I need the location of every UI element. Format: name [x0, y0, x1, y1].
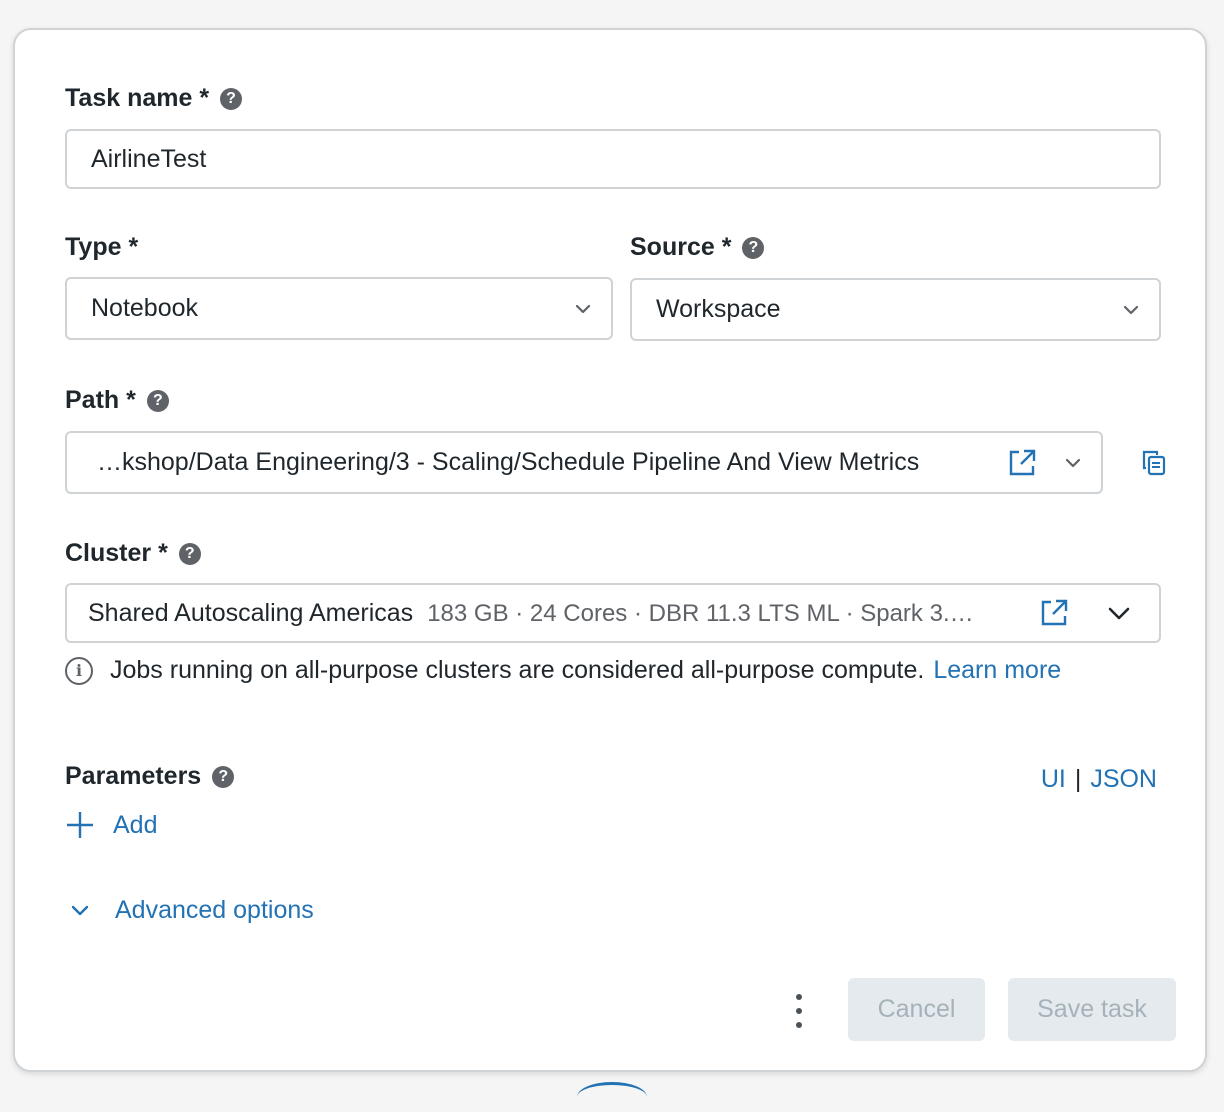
path-label-text: Path *: [65, 386, 136, 414]
chevron-down-icon: [1107, 603, 1131, 623]
cluster-info-message: i Jobs running on all-purpose clusters a…: [65, 656, 1061, 685]
learn-more-link[interactable]: Learn more: [933, 656, 1061, 685]
path-select-value: …kshop/Data Engineering/3 - Scaling/Sche…: [97, 448, 920, 476]
parameters-mode-ui[interactable]: UI: [1041, 765, 1066, 794]
cluster-info-text: Jobs running on all-purpose clusters are…: [110, 656, 925, 684]
type-label: Type *: [65, 233, 138, 262]
external-link-icon[interactable]: [1007, 448, 1037, 478]
chevron-down-icon: [1063, 453, 1083, 473]
source-select[interactable]: Workspace: [630, 278, 1161, 341]
type-select[interactable]: Notebook: [65, 277, 613, 340]
kebab-menu-icon[interactable]: [792, 994, 806, 1028]
type-label-text: Type *: [65, 233, 139, 261]
path-label: Path * ?: [65, 386, 169, 415]
parameters-mode-separator: |: [1074, 765, 1082, 793]
type-select-value: Notebook: [91, 294, 199, 322]
task-name-label-text: Task name *: [65, 84, 210, 112]
parameters-label-text: Parameters: [65, 762, 202, 790]
cluster-label: Cluster * ?: [65, 539, 201, 568]
chevron-down-icon: [70, 901, 90, 921]
source-select-value: Workspace: [656, 295, 781, 323]
advanced-options-toggle[interactable]: Advanced options: [70, 896, 314, 925]
copy-icon[interactable]: [1139, 448, 1169, 478]
advanced-options-label: Advanced options: [115, 896, 314, 924]
parameters-label: Parameters ?: [65, 762, 235, 791]
save-task-button[interactable]: Save task: [1008, 978, 1176, 1041]
cluster-label-text: Cluster *: [65, 539, 168, 567]
cluster-details: 183 GB · 24 Cores · DBR 11.3 LTS ML · Sp…: [427, 599, 974, 627]
question-circle-icon[interactable]: ?: [220, 87, 243, 110]
source-label: Source * ?: [630, 233, 765, 262]
chevron-down-icon: [1121, 300, 1141, 320]
canvas-node-edge: [577, 1082, 647, 1112]
external-link-icon[interactable]: [1039, 598, 1069, 628]
question-circle-icon[interactable]: ?: [742, 236, 765, 259]
task-name-label: Task name * ?: [65, 84, 243, 113]
question-circle-icon[interactable]: ?: [146, 389, 169, 412]
add-parameter-label: Add: [113, 810, 158, 839]
question-circle-icon[interactable]: ?: [178, 542, 201, 565]
source-label-text: Source *: [630, 233, 732, 261]
chevron-down-icon: [573, 299, 593, 319]
question-circle-icon[interactable]: ?: [212, 765, 235, 788]
cluster-select[interactable]: Shared Autoscaling Americas 183 GB · 24 …: [65, 583, 1161, 643]
cancel-button[interactable]: Cancel: [848, 978, 985, 1041]
plus-icon: [65, 810, 95, 840]
parameters-mode-json[interactable]: JSON: [1090, 765, 1157, 794]
task-name-input[interactable]: AirlineTest: [65, 129, 1161, 189]
info-circle-icon: i: [65, 656, 93, 685]
path-select[interactable]: …kshop/Data Engineering/3 - Scaling/Sche…: [65, 431, 1103, 494]
task-name-value: AirlineTest: [91, 144, 207, 173]
task-edit-panel: Task name * ? AirlineTest Type * Noteboo…: [13, 28, 1207, 1072]
cluster-select-value: Shared Autoscaling Americas 183 GB · 24 …: [88, 599, 1011, 628]
cluster-name: Shared Autoscaling Americas: [88, 598, 414, 627]
add-parameter-button[interactable]: Add: [65, 810, 157, 840]
parameters-mode-toggle: UI | JSON: [1041, 765, 1157, 794]
